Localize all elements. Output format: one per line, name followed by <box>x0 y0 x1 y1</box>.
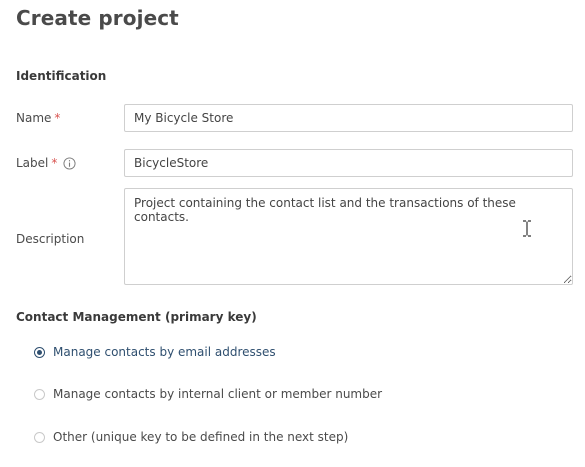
label-field-label-text: Label <box>16 156 49 170</box>
contact-management-section-title: Contact Management (primary key) <box>16 310 257 324</box>
label-input[interactable] <box>124 149 573 177</box>
required-mark: * <box>51 156 58 170</box>
radio-option-email[interactable]: Manage contacts by email addresses <box>34 343 276 361</box>
radio-option-label: Manage contacts by email addresses <box>53 345 276 359</box>
required-mark: * <box>54 111 61 125</box>
info-icon[interactable] <box>63 156 76 170</box>
text-cursor-icon <box>523 220 531 237</box>
radio-button-checked[interactable] <box>34 346 45 358</box>
radio-button[interactable] <box>34 431 45 443</box>
radio-option-label: Other (unique key to be defined in the n… <box>53 430 349 444</box>
label-field-label: Label * <box>16 154 76 172</box>
description-label: Description <box>16 232 85 246</box>
radio-option-label: Manage contacts by internal client or me… <box>53 387 383 401</box>
description-textarea[interactable]: Project containing the contact list and … <box>124 188 573 285</box>
name-input[interactable] <box>124 104 573 132</box>
identification-section-title: Identification <box>16 69 107 83</box>
radio-option-other[interactable]: Other (unique key to be defined in the n… <box>34 428 348 446</box>
radio-button[interactable] <box>34 388 45 400</box>
name-label: Name * <box>16 109 60 127</box>
name-label-text: Name <box>16 111 52 125</box>
radio-option-client-number[interactable]: Manage contacts by internal client or me… <box>34 385 382 403</box>
page-title: Create project <box>16 6 179 30</box>
